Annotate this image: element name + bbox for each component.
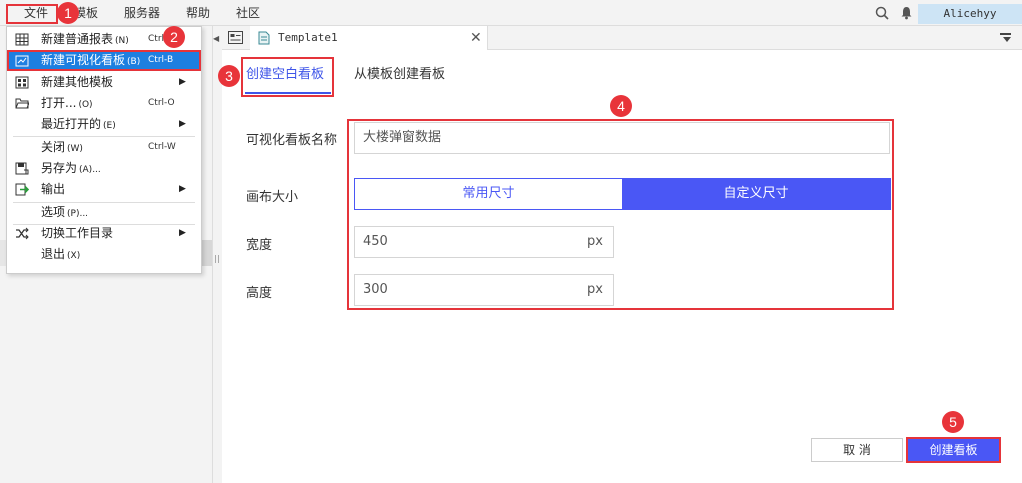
tab-create-blank[interactable]: 创建空白看板 <box>246 66 324 84</box>
dashboard-name-label: 可视化看板名称 <box>246 133 338 148</box>
step-badge: 5 <box>942 411 964 433</box>
create-dashboard-button[interactable]: 创建看板 <box>906 437 1001 463</box>
dashboard-icon <box>15 55 29 67</box>
step-badge: 4 <box>610 95 632 117</box>
menu-item-close[interactable]: 关闭 (W) Ctrl-W <box>7 137 201 158</box>
tab-scroll-left-icon[interactable]: ◀ <box>213 34 219 43</box>
menu-item-save-as[interactable]: 另存为 (A)... <box>7 158 201 179</box>
menu-help[interactable]: 帮助 <box>186 0 210 26</box>
close-icon[interactable]: ✕ <box>470 26 482 50</box>
menu-item-exit[interactable]: 退出 (X) <box>7 244 201 265</box>
splitter-grip[interactable] <box>215 255 219 263</box>
submenu-arrow-icon: ▶ <box>179 119 186 129</box>
menu-item-open[interactable]: 打开... (O) Ctrl-O <box>7 93 201 114</box>
width-value: 450 <box>363 234 388 249</box>
option-common-size[interactable]: 常用尺寸 <box>355 179 622 209</box>
submenu-arrow-icon: ▶ <box>179 228 186 238</box>
height-input[interactable]: 300 px <box>354 274 614 306</box>
save-icon <box>15 162 29 175</box>
height-value: 300 <box>363 282 388 297</box>
dashboard-name-input[interactable]: 大楼弹窗数据 <box>354 122 890 154</box>
canvas-size-toggle: 常用尺寸 自定义尺寸 <box>354 178 891 210</box>
active-tab-indicator <box>245 92 331 94</box>
document-tab-bar: Template1 ✕ <box>222 26 1022 50</box>
width-unit: px <box>587 234 603 249</box>
file-dropdown-menu: 新建普通报表 (N) Ctrl-N 新建可视化看板 (B) Ctrl-B 新建其他模… <box>6 26 202 274</box>
step-badge: 2 <box>163 26 185 48</box>
shuffle-icon <box>16 227 29 240</box>
submenu-arrow-icon: ▶ <box>179 77 186 87</box>
step-badge: 1 <box>57 2 79 24</box>
tab-create-from-template[interactable]: 从模板创建看板 <box>354 66 445 84</box>
export-icon <box>15 183 29 196</box>
bell-icon[interactable] <box>900 6 913 20</box>
template-file-icon <box>258 31 270 45</box>
height-label: 高度 <box>246 286 273 301</box>
menu-item-recent[interactable]: 最近打开的 (E) ▶ <box>7 114 201 135</box>
menu-item-new-dashboard[interactable]: 新建可视化看板 (B) Ctrl-B <box>7 50 201 71</box>
step-badge: 3 <box>218 65 240 87</box>
search-icon[interactable] <box>875 6 889 20</box>
tab-menu-icon[interactable] <box>1000 33 1012 44</box>
menu-item-new-other[interactable]: 新建其他模板 ▶ <box>7 72 201 93</box>
document-tab[interactable]: Template1 ✕ <box>250 26 488 50</box>
width-label: 宽度 <box>246 238 273 253</box>
user-name[interactable]: Alicehyy <box>918 4 1022 24</box>
menu-server[interactable]: 服务器 <box>124 0 160 26</box>
height-unit: px <box>587 282 603 297</box>
document-tab-title: Template1 <box>278 31 338 44</box>
cancel-button[interactable]: 取 消 <box>811 438 903 462</box>
menu-item-switch-directory[interactable]: 切换工作目录 ▶ <box>7 223 201 244</box>
folder-icon <box>15 98 29 109</box>
width-input[interactable]: 450 px <box>354 226 614 258</box>
template-list-icon[interactable] <box>228 31 243 44</box>
canvas-size-label: 画布大小 <box>246 190 299 205</box>
menu-item-options[interactable]: 选项 (P)... <box>7 202 201 223</box>
submenu-arrow-icon: ▶ <box>179 184 186 194</box>
grid-icon <box>15 33 29 46</box>
annotation-box-file-menu <box>6 4 58 24</box>
template-grid-icon <box>15 76 29 89</box>
menu-community[interactable]: 社区 <box>236 0 260 26</box>
menu-item-export[interactable]: 输出 ▶ <box>7 179 201 200</box>
menu-bar: 文件 模板 服务器 帮助 社区 Alicehyy <box>0 0 1022 26</box>
option-custom-size[interactable]: 自定义尺寸 <box>622 179 890 209</box>
